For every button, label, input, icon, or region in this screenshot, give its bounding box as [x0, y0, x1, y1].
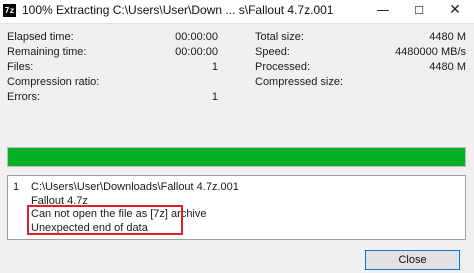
errors-label: Errors:: [7, 91, 40, 103]
elapsed-time-label: Elapsed time:: [7, 31, 74, 43]
files-value: 1: [211, 61, 218, 73]
error-log-list[interactable]: 1 C:\Users\User\Downloads\Fallout 4.7z.0…: [7, 175, 466, 240]
close-window-icon[interactable]: ✕: [438, 0, 472, 23]
error-highlight-box: [27, 205, 183, 235]
speed-value: 4480000 MB/s: [395, 46, 466, 58]
minimize-icon[interactable]: —: [366, 0, 400, 23]
maximize-icon[interactable]: ☐: [402, 0, 436, 23]
progress-fill: [8, 148, 465, 166]
close-button[interactable]: Close: [365, 250, 460, 270]
log-entry-index: 1: [13, 181, 20, 193]
total-size-value: 4480 M: [429, 31, 466, 43]
speed-label: Speed:: [255, 46, 290, 58]
compression-ratio-value: [140, 75, 218, 89]
remaining-time-value: 00:00:00: [175, 46, 218, 58]
7zip-app-icon: 7z: [3, 4, 16, 17]
compressed-size-label: Compressed size:: [255, 76, 344, 88]
total-size-label: Total size:: [255, 31, 304, 43]
remaining-time-label: Remaining time:: [7, 46, 87, 58]
compressed-size-value: [350, 75, 466, 89]
files-label: Files:: [7, 61, 34, 73]
errors-value: 1: [211, 91, 218, 103]
compression-ratio-label: Compression ratio:: [7, 76, 100, 88]
processed-value: 4480 M: [429, 61, 466, 73]
window-title: 100% Extracting C:\Users\User\Down ... s…: [22, 3, 334, 17]
title-bar: 7z 100% Extracting C:\Users\User\Down ..…: [0, 0, 474, 24]
extraction-progress-bar: [7, 147, 466, 167]
processed-label: Processed:: [255, 61, 311, 73]
elapsed-time-value: 00:00:00: [175, 31, 218, 43]
log-archive-path: C:\Users\User\Downloads\Fallout 4.7z.001: [31, 181, 239, 193]
